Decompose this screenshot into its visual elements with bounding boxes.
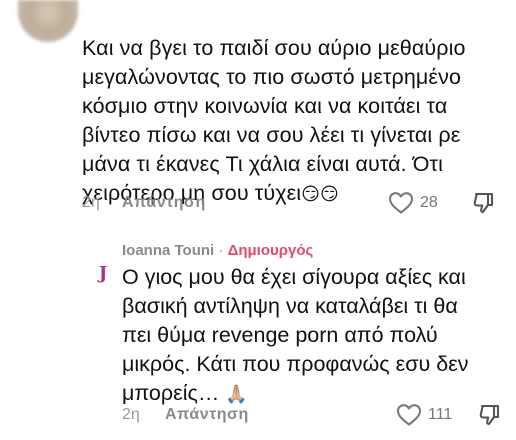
thumbs-down-outline-icon — [473, 192, 494, 214]
dislike-button[interactable] — [478, 403, 502, 432]
dislike-button[interactable] — [472, 191, 496, 220]
comment-age: 2η — [82, 194, 100, 211]
comment-item: Και να βγει το παιδί σου αύριο μεθαύριο … — [0, 0, 516, 222]
comment-body: Ο γιος μου θα έχει σίγουρα αξίες και βασ… — [122, 265, 469, 405]
avatar[interactable] — [18, 0, 78, 42]
like-button[interactable]: 111 — [396, 403, 452, 427]
heart-outline-icon — [396, 404, 422, 426]
reply-comment-item: J Ioanna Touni · Δημιουργός Ο γιος μου θ… — [0, 222, 516, 440]
like-count: 111 — [428, 406, 453, 423]
like-count: 28 — [420, 194, 438, 211]
author-line: Ioanna Touni · Δημιουργός — [122, 242, 313, 259]
reply-button[interactable]: Απάντηση — [122, 194, 206, 212]
author-name[interactable]: Ioanna Touni — [122, 242, 214, 259]
comment-age: 2η — [122, 406, 140, 423]
creator-badge: Δημιουργός — [227, 242, 314, 259]
heart-outline-icon — [388, 192, 414, 214]
comment-text: Και να βγει το παιδί σου αύριο μεθαύριο … — [82, 34, 512, 209]
author-separator: · — [218, 242, 224, 259]
like-button[interactable]: 28 — [388, 191, 438, 215]
reply-button[interactable]: Απάντηση — [165, 406, 249, 424]
comment-body: Και να βγει το παιδί σου αύριο μεθαύριο … — [82, 36, 466, 205]
emoji-smirk: 😏😏 — [301, 184, 339, 205]
thumbs-down-outline-icon — [479, 404, 500, 426]
avatar[interactable]: J — [86, 258, 120, 288]
comment-text: Ο γιος μου θα έχει σίγουρα αξίες και βασ… — [122, 263, 512, 409]
emoji-folded-hands: 🙏🏼 — [225, 384, 248, 405]
